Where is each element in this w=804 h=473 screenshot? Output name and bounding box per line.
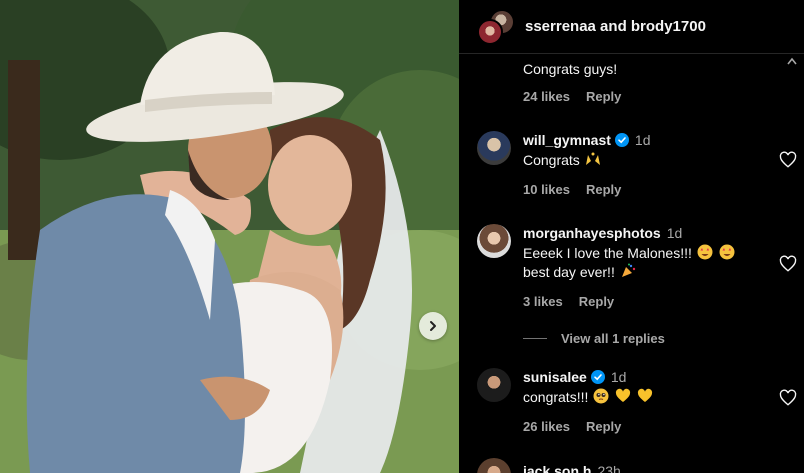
comments-panel: sserrenaa and brody1700 Congrats guys! 2… bbox=[459, 0, 804, 473]
comment-text: Congrats guys! bbox=[523, 61, 618, 77]
like-count[interactable]: 24 likes bbox=[523, 89, 570, 104]
post-header: sserrenaa and brody1700 bbox=[459, 0, 804, 54]
yellow-heart-icon bbox=[637, 388, 653, 402]
verified-icon bbox=[614, 133, 629, 147]
comment-timestamp[interactable]: 1d bbox=[667, 224, 683, 242]
comment-username[interactable]: jack.son.h bbox=[523, 462, 591, 473]
like-count[interactable]: 26 likes bbox=[523, 419, 570, 434]
comment-text: congrats!!! bbox=[523, 389, 589, 405]
star-struck-icon bbox=[719, 244, 735, 260]
chevron-right-icon bbox=[430, 321, 436, 331]
like-count[interactable]: 10 likes bbox=[523, 182, 570, 197]
avatar[interactable] bbox=[477, 458, 511, 473]
comment-text: Eeeek I love the Malones!!! bbox=[523, 245, 692, 261]
comment-item: jack.son.h 23h bbox=[477, 458, 797, 473]
avatar[interactable] bbox=[477, 18, 503, 45]
comment-username[interactable]: morganhayesphotos bbox=[523, 224, 661, 242]
comment-text: Congrats bbox=[523, 152, 580, 168]
comment-item: sunisalee 1d congrats!!! 26 likes Reply bbox=[477, 368, 797, 438]
divider bbox=[523, 338, 547, 339]
raising-hands-icon bbox=[585, 152, 600, 165]
yellow-heart-icon bbox=[616, 388, 631, 402]
comment-timestamp[interactable]: 1d bbox=[611, 368, 627, 386]
comment-text: best day ever!! bbox=[523, 264, 615, 280]
star-struck-icon bbox=[697, 244, 713, 260]
pleading-face-icon bbox=[593, 388, 609, 404]
avatar[interactable] bbox=[477, 368, 511, 402]
view-replies-label: View all 1 replies bbox=[561, 331, 665, 346]
post-authors[interactable]: sserrenaa and brody1700 bbox=[525, 18, 706, 35]
reply-button[interactable]: Reply bbox=[586, 419, 621, 434]
reply-button[interactable]: Reply bbox=[586, 89, 621, 104]
heart-icon[interactable] bbox=[779, 255, 797, 273]
comment-timestamp[interactable]: 1d bbox=[635, 131, 651, 149]
view-replies-button[interactable]: View all 1 replies bbox=[523, 331, 665, 346]
reply-button[interactable]: Reply bbox=[579, 294, 614, 309]
avatar[interactable] bbox=[477, 224, 511, 258]
comment-item: will_gymnast 1d Congrats 10 likes Reply bbox=[477, 131, 797, 201]
wedding-photo-illustration bbox=[0, 0, 459, 473]
comment-username[interactable]: sunisalee bbox=[523, 368, 587, 386]
post-photo[interactable] bbox=[0, 0, 459, 473]
reply-button[interactable]: Reply bbox=[586, 182, 621, 197]
comment-item: morganhayesphotos 1d Eeeek I love the Ma… bbox=[477, 224, 797, 334]
verified-icon bbox=[590, 370, 605, 384]
next-image-button[interactable] bbox=[419, 312, 447, 340]
heart-icon[interactable] bbox=[779, 151, 797, 169]
avatar[interactable] bbox=[477, 131, 511, 165]
comment-timestamp[interactable]: 23h bbox=[597, 462, 620, 473]
comment-username[interactable]: will_gymnast bbox=[523, 131, 611, 149]
party-popper-icon bbox=[621, 263, 635, 277]
comment-item: Congrats guys! 24 likes Reply bbox=[477, 58, 797, 108]
heart-icon[interactable] bbox=[779, 389, 797, 407]
like-count[interactable]: 3 likes bbox=[523, 294, 563, 309]
collab-avatars[interactable] bbox=[477, 7, 519, 47]
